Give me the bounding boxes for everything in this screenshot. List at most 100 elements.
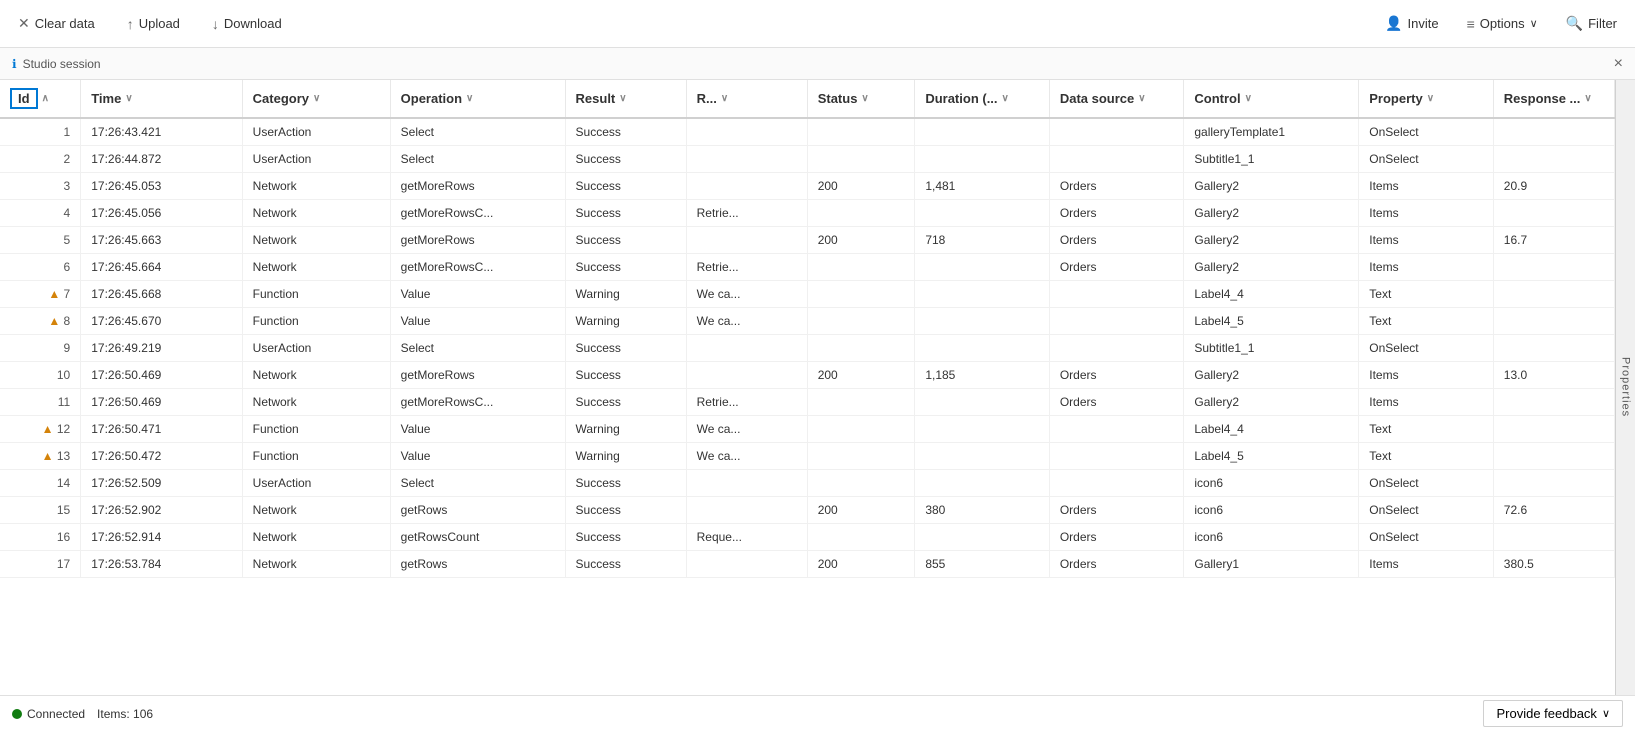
table-row[interactable]: 6 17:26:45.664 Network getMoreRowsC... S…: [0, 254, 1615, 281]
table-row[interactable]: 1 17:26:43.421 UserAction Select Success…: [0, 118, 1615, 146]
col-header-status[interactable]: Status ∨: [807, 80, 915, 118]
table-container[interactable]: Id ∧ Time ∨ Category ∨: [0, 80, 1615, 695]
cell-property: OnSelect: [1359, 524, 1494, 551]
cell-time: 17:26:43.421: [81, 118, 242, 146]
table-row[interactable]: 17 17:26:53.784 Network getRows Success …: [0, 551, 1615, 578]
cell-id: 17: [0, 551, 81, 578]
col-header-category[interactable]: Category ∨: [242, 80, 390, 118]
cell-control: Label4_4: [1184, 281, 1359, 308]
table-row[interactable]: ▲ 12 17:26:50.471 Function Value Warning…: [0, 416, 1615, 443]
col-header-response[interactable]: Response ... ∨: [1493, 80, 1614, 118]
r-sort-icon: ∨: [721, 93, 728, 104]
cell-result: Success: [565, 254, 686, 281]
table-row[interactable]: ▲ 8 17:26:45.670 Function Value Warning …: [0, 308, 1615, 335]
col-header-result[interactable]: Result ∨: [565, 80, 686, 118]
duration-label: Duration (...: [925, 91, 997, 106]
session-close-button[interactable]: ×: [1614, 55, 1623, 73]
cell-response: [1493, 443, 1614, 470]
cell-control: icon6: [1184, 497, 1359, 524]
col-header-r[interactable]: R... ∨: [686, 80, 807, 118]
cell-status: 200: [807, 497, 915, 524]
col-header-property[interactable]: Property ∨: [1359, 80, 1494, 118]
table-row[interactable]: 10 17:26:50.469 Network getMoreRows Succ…: [0, 362, 1615, 389]
cell-property: OnSelect: [1359, 470, 1494, 497]
upload-button[interactable]: ↑ Upload: [121, 12, 186, 36]
top-bar-right: 👤 Invite ≡ Options ∨ 🔍 Filter: [1379, 11, 1623, 36]
control-sort-icon: ∨: [1245, 93, 1252, 104]
cell-id: 3: [0, 173, 81, 200]
data-table: Id ∧ Time ∨ Category ∨: [0, 80, 1615, 578]
cell-r: We ca...: [686, 281, 807, 308]
cell-id: 2: [0, 146, 81, 173]
cell-result: Success: [565, 524, 686, 551]
main-content: Id ∧ Time ∨ Category ∨: [0, 80, 1635, 695]
cell-r: We ca...: [686, 308, 807, 335]
clear-data-button[interactable]: ✕ Clear data: [12, 11, 101, 36]
table-row[interactable]: 16 17:26:52.914 Network getRowsCount Suc…: [0, 524, 1615, 551]
cell-time: 17:26:45.663: [81, 227, 242, 254]
table-row[interactable]: 5 17:26:45.663 Network getMoreRows Succe…: [0, 227, 1615, 254]
invite-button[interactable]: 👤 Invite: [1379, 11, 1445, 36]
cell-id: 14: [0, 470, 81, 497]
cell-r: We ca...: [686, 443, 807, 470]
cell-duration: [915, 146, 1050, 173]
table-row[interactable]: ▲ 7 17:26:45.668 Function Value Warning …: [0, 281, 1615, 308]
cell-response: 380.5: [1493, 551, 1614, 578]
cell-datasource: Orders: [1049, 173, 1184, 200]
col-header-duration[interactable]: Duration (... ∨: [915, 80, 1050, 118]
table-row[interactable]: 4 17:26:45.056 Network getMoreRowsC... S…: [0, 200, 1615, 227]
col-header-control[interactable]: Control ∨: [1184, 80, 1359, 118]
table-row[interactable]: 9 17:26:49.219 UserAction Select Success…: [0, 335, 1615, 362]
col-header-id[interactable]: Id ∧: [0, 80, 81, 118]
cell-result: Warning: [565, 308, 686, 335]
filter-icon: 🔍: [1566, 15, 1583, 32]
cell-control: Label4_4: [1184, 416, 1359, 443]
col-header-time[interactable]: Time ∨: [81, 80, 242, 118]
cell-r: Reque...: [686, 524, 807, 551]
table-row[interactable]: 14 17:26:52.509 UserAction Select Succes…: [0, 470, 1615, 497]
cell-status: [807, 281, 915, 308]
cell-category: UserAction: [242, 335, 390, 362]
cell-property: Items: [1359, 200, 1494, 227]
cell-duration: [915, 443, 1050, 470]
table-row[interactable]: 11 17:26:50.469 Network getMoreRowsC... …: [0, 389, 1615, 416]
table-row[interactable]: 3 17:26:45.053 Network getMoreRows Succe…: [0, 173, 1615, 200]
cell-duration: 380: [915, 497, 1050, 524]
cell-time: 17:26:50.469: [81, 389, 242, 416]
filter-button[interactable]: 🔍 Filter: [1560, 11, 1623, 36]
col-header-operation[interactable]: Operation ∨: [390, 80, 565, 118]
table-row[interactable]: 2 17:26:44.872 UserAction Select Success…: [0, 146, 1615, 173]
cell-r: Retrie...: [686, 389, 807, 416]
cell-response: [1493, 118, 1614, 146]
right-panel[interactable]: Properties: [1615, 80, 1635, 695]
r-label: R...: [697, 91, 717, 106]
cell-id: 1: [0, 118, 81, 146]
cell-control: Gallery2: [1184, 200, 1359, 227]
connection-status: Connected: [12, 707, 85, 721]
cell-status: [807, 335, 915, 362]
cell-id: ▲ 13: [0, 443, 81, 470]
cell-status: [807, 443, 915, 470]
cell-category: UserAction: [242, 146, 390, 173]
cell-time: 17:26:52.509: [81, 470, 242, 497]
table-row[interactable]: 15 17:26:52.902 Network getRows Success …: [0, 497, 1615, 524]
options-button[interactable]: ≡ Options ∨: [1461, 12, 1544, 36]
cell-control: Subtitle1_1: [1184, 146, 1359, 173]
cell-id: 4: [0, 200, 81, 227]
cell-datasource: [1049, 281, 1184, 308]
cell-property: OnSelect: [1359, 118, 1494, 146]
feedback-chevron: ∨: [1602, 707, 1610, 720]
cell-property: OnSelect: [1359, 335, 1494, 362]
warning-icon: ▲: [42, 422, 54, 436]
cell-id: 11: [0, 389, 81, 416]
download-button[interactable]: ↓ Download: [206, 12, 288, 36]
table-row[interactable]: ▲ 13 17:26:50.472 Function Value Warning…: [0, 443, 1615, 470]
id-label: Id: [10, 88, 38, 109]
cell-category: Network: [242, 200, 390, 227]
cell-r: We ca...: [686, 416, 807, 443]
status-label: Status: [818, 91, 858, 106]
col-header-datasource[interactable]: Data source ∨: [1049, 80, 1184, 118]
provide-feedback-button[interactable]: Provide feedback ∨: [1483, 700, 1623, 727]
cell-response: 16.7: [1493, 227, 1614, 254]
cell-time: 17:26:50.472: [81, 443, 242, 470]
